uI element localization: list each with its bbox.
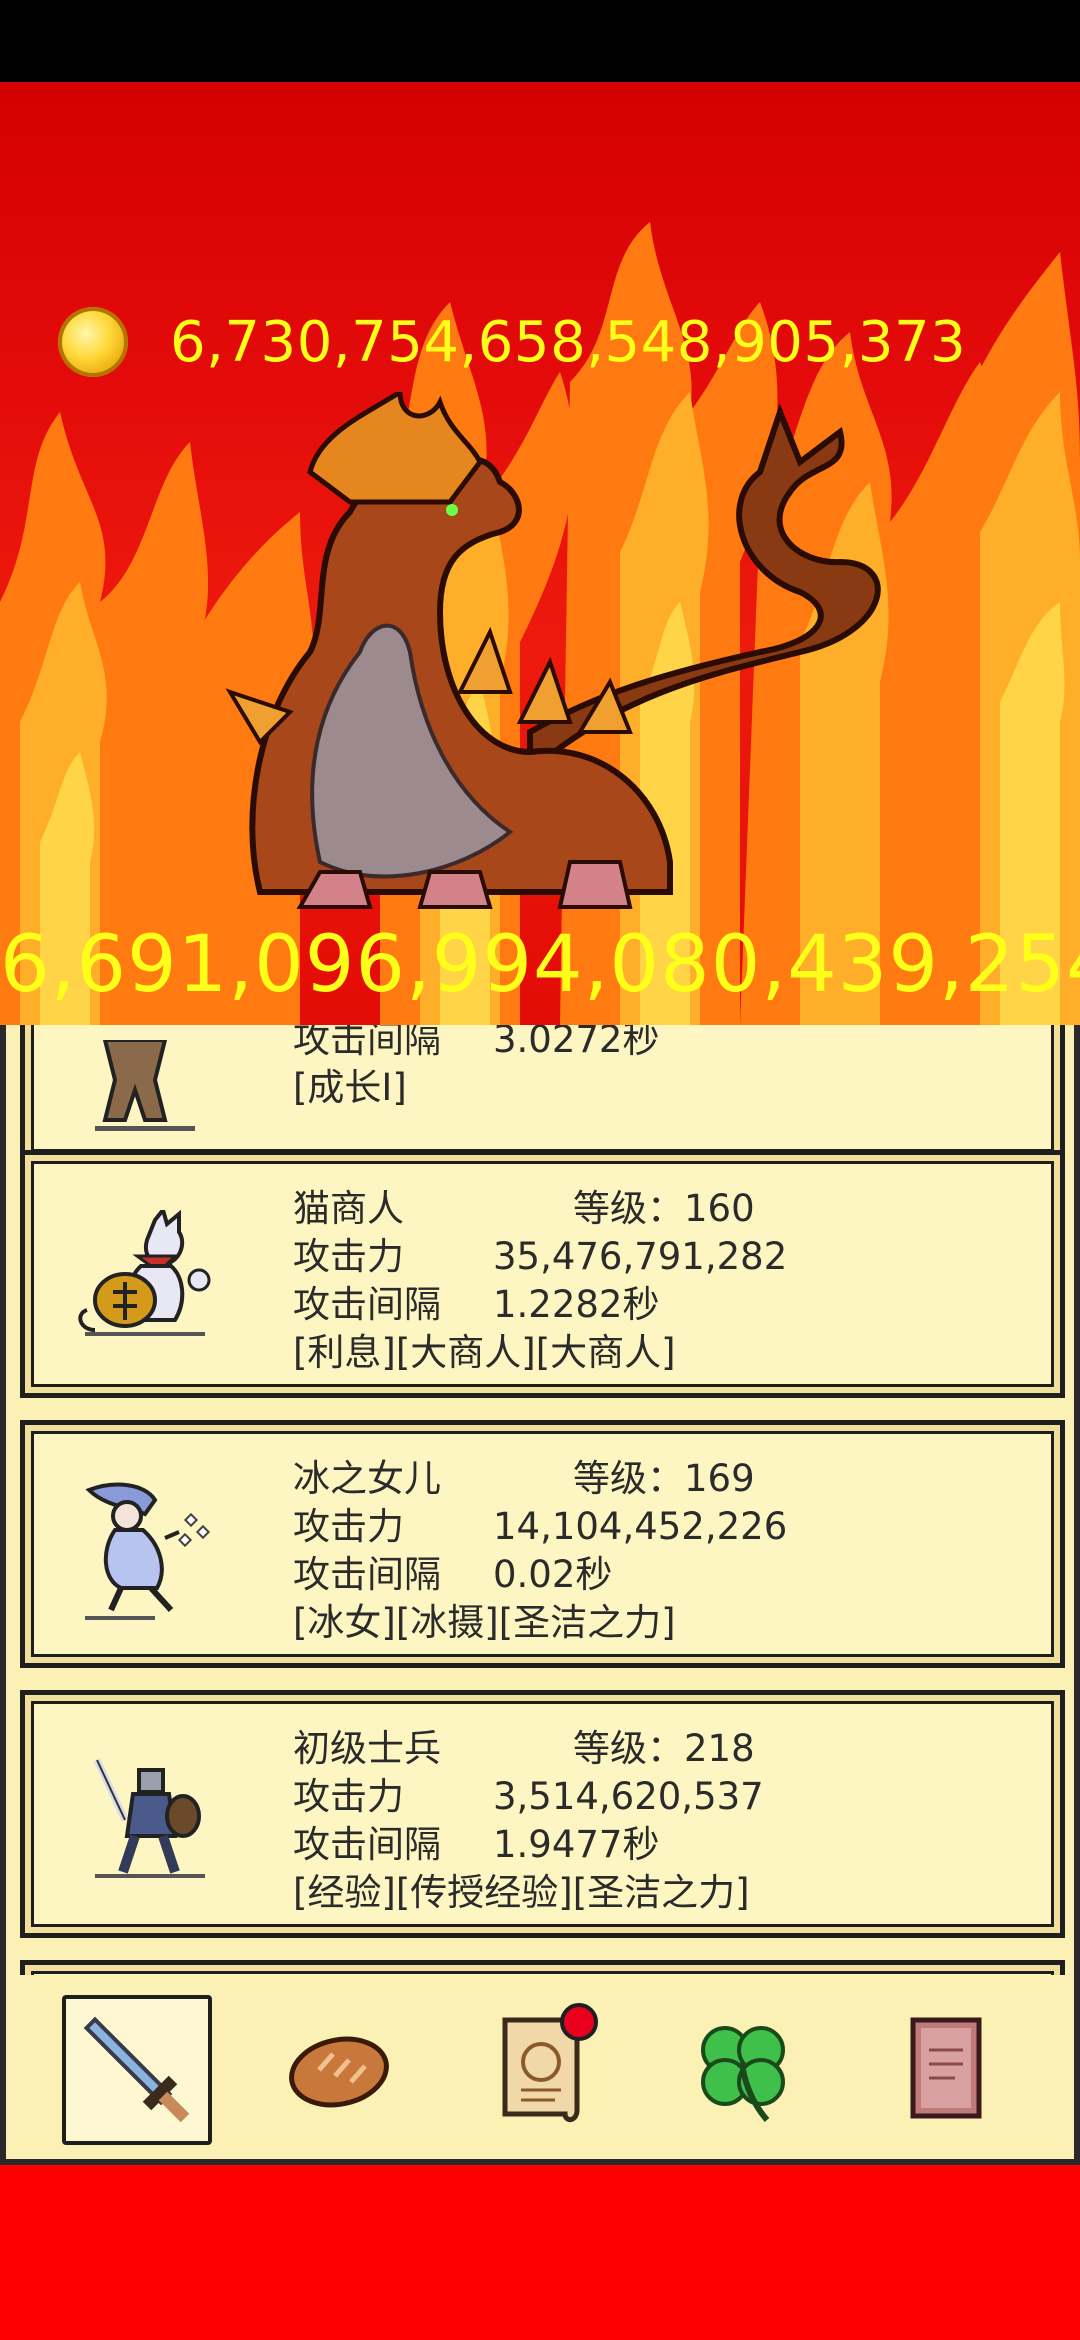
ice-daughter-icon [85, 1482, 211, 1620]
bottom-nav [0, 1975, 1080, 2165]
hero-card[interactable]: 猫商人 等级：160 攻击力 35,476,791,282 攻击间隔 1.228… [20, 1150, 1065, 1398]
attack-interval-value: 1.9477秒 [493, 1823, 660, 1866]
attack-label: 攻击力 [293, 1775, 404, 1818]
skill-tags: [冰女][冰摄][圣洁之力] [293, 1601, 676, 1644]
gold-amount: 6,730,754,658,548,905,373 [170, 309, 967, 375]
skill-tags: [利息][大商人][大商人] [293, 1331, 676, 1374]
attack-interval-label: 攻击间隔 [293, 1823, 441, 1866]
soldier-icon [93, 1758, 205, 1878]
hero-name: 猫商人 [293, 1187, 404, 1230]
attack-interval-label: 攻击间隔 [293, 1553, 441, 1596]
notification-dot [560, 2003, 598, 2041]
hero-info: 冰之女儿 等级：169 攻击力 14,104,452,226 攻击间隔 0.02… [293, 1455, 787, 1647]
attack-interval-value: 3.0272秒 [493, 1025, 660, 1061]
hero-level: 等级：169 [573, 1457, 755, 1500]
attack-value: 3,514,620,537 [493, 1775, 764, 1818]
bread-icon [289, 2036, 389, 2108]
nav-quest-button[interactable] [466, 1995, 616, 2145]
hero-level: 等级：160 [573, 1187, 755, 1230]
skill-tags: [经验][传授经验][圣洁之力] [293, 1871, 750, 1914]
book-icon [910, 2017, 982, 2119]
attack-label: 攻击力 [293, 1235, 404, 1278]
hero-list[interactable]: 攻击间隔 3.0272秒 [成长I] 猫商人 等级：160 攻击力 35,476… [0, 1025, 1080, 1975]
attack-label: 攻击力 [293, 1505, 404, 1548]
attack-interval-label: 攻击间隔 [293, 1283, 441, 1326]
dragon-icon[interactable] [200, 392, 920, 912]
attack-value: 35,476,791,282 [493, 1235, 788, 1278]
nav-shop-button[interactable] [264, 1995, 414, 2145]
status-bar [0, 0, 1080, 82]
attack-interval-label: 攻击间隔 [293, 1025, 441, 1061]
attack-interval-value: 0.02秒 [493, 1553, 613, 1596]
sword-icon [83, 2016, 190, 2123]
coin-icon [58, 307, 128, 377]
clover-icon [701, 2026, 785, 2122]
attack-value: 14,104,452,226 [493, 1505, 788, 1548]
hero-name: 初级士兵 [293, 1727, 441, 1770]
hero-info: 攻击间隔 3.0272秒 [成长I] [293, 1025, 659, 1112]
nav-luck-button[interactable] [668, 1995, 818, 2145]
gold-counter: 6,730,754,658,548,905,373 [58, 302, 966, 382]
hero-card[interactable]: 初级士兵 等级：218 攻击力 3,514,620,537 攻击间隔 1.947… [20, 1690, 1065, 1938]
hero-card[interactable] [20, 1960, 1065, 1975]
nav-heroes-button[interactable] [62, 1995, 212, 2145]
hero-card[interactable]: 冰之女儿 等级：169 攻击力 14,104,452,226 攻击间隔 0.02… [20, 1420, 1065, 1668]
nav-codex-button[interactable] [870, 1995, 1020, 2145]
hero-info: 猫商人 等级：160 攻击力 35,476,791,282 攻击间隔 1.228… [293, 1185, 787, 1377]
hero-card[interactable]: 攻击间隔 3.0272秒 [成长I] [20, 1025, 1065, 1163]
cat-merchant-icon [78, 1210, 211, 1336]
hero-name: 冰之女儿 [293, 1457, 441, 1500]
attack-interval-value: 1.2282秒 [493, 1283, 660, 1326]
hero-info: 初级士兵 等级：218 攻击力 3,514,620,537 攻击间隔 1.947… [293, 1725, 764, 1917]
battle-area[interactable]: 6,730,754,658,548,905,373 6,691,096,994,… [0, 82, 1080, 1025]
hero-level: 等级：218 [573, 1727, 755, 1770]
boss-hp: 6,691,096,994,080,439,254 [0, 920, 1080, 1010]
skill-tags: [成长I] [293, 1066, 407, 1109]
